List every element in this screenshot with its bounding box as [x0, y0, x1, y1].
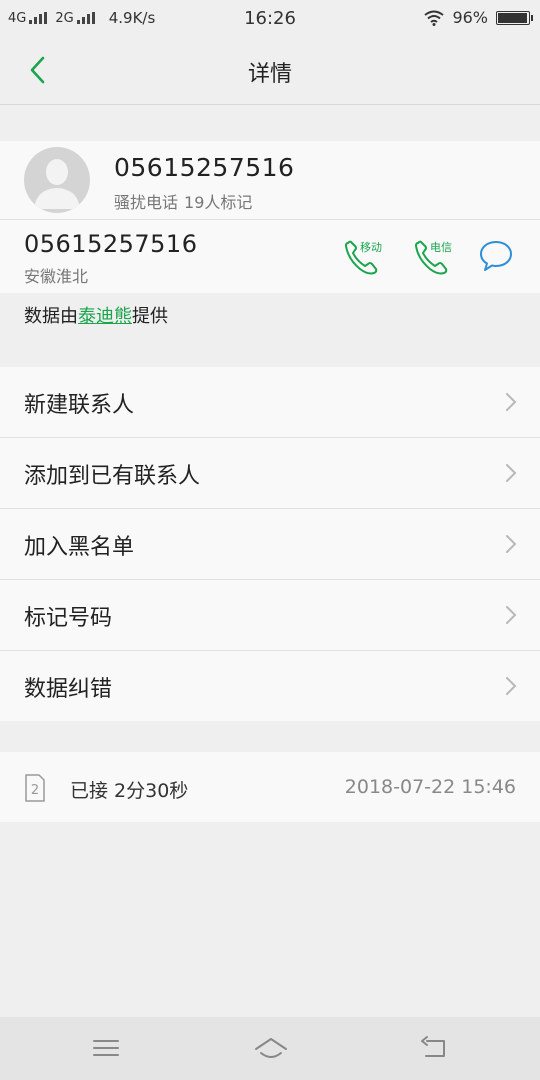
- page-title: 详情: [247, 62, 292, 87]
- battery-icon: [496, 10, 533, 25]
- call-log-entry[interactable]: 2 已接 2分30秒 2018-07-22 15:46: [0, 752, 540, 822]
- divider: [0, 219, 540, 220]
- wifi-icon: [424, 10, 445, 26]
- data-provider: 数据由泰迪熊提供: [24, 302, 168, 328]
- menu-item-label: 添加到已有联系人: [24, 464, 201, 489]
- back-icon[interactable]: [418, 1033, 450, 1063]
- provider-link[interactable]: 泰迪熊: [78, 306, 132, 327]
- phone-number: 05615257516: [114, 153, 295, 182]
- carrier-label: 移动: [360, 241, 382, 254]
- chevron-right-icon: [506, 677, 517, 695]
- sim-card-icon: 2: [25, 774, 45, 802]
- message-icon[interactable]: [478, 239, 514, 273]
- sim-slot-number: 2: [31, 783, 39, 798]
- phone-location: 安徽淮北: [24, 267, 89, 286]
- provider-prefix: 数据由: [24, 306, 78, 327]
- menu-icon[interactable]: [90, 1033, 122, 1063]
- menu-item-blacklist[interactable]: 加入黑名单: [0, 509, 540, 580]
- spam-tag: 骚扰电话: [114, 193, 179, 212]
- person-icon: [34, 159, 80, 209]
- chevron-right-icon: [506, 464, 517, 482]
- menu-item-label: 新建联系人: [24, 393, 135, 418]
- menu-item-label: 加入黑名单: [24, 535, 135, 560]
- navigation-bar: [0, 1017, 540, 1080]
- menu-item-label: 标记号码: [24, 606, 113, 631]
- carrier-label: 电信: [430, 241, 452, 254]
- phone-number-secondary[interactable]: 05615257516: [24, 230, 197, 258]
- call-status: 已接 2分30秒: [70, 780, 189, 802]
- avatar: [24, 147, 90, 213]
- menu-item-data-correction[interactable]: 数据纠错: [0, 651, 540, 721]
- battery-percent: 96%: [452, 8, 488, 27]
- menu-item-add-existing[interactable]: 添加到已有联系人: [0, 438, 540, 509]
- call-button-telecom[interactable]: 电信: [412, 237, 462, 277]
- spam-tag-line: 骚扰电话 19人标记: [114, 189, 252, 213]
- chevron-right-icon: [506, 535, 517, 553]
- action-menu: 新建联系人 添加到已有联系人 加入黑名单 标记号码 数据纠错: [0, 367, 540, 721]
- chevron-right-icon: [506, 393, 517, 411]
- mark-count: 19人标记: [184, 193, 253, 212]
- call-button-mobile[interactable]: 移动: [342, 237, 392, 277]
- contact-card: 05615257516 骚扰电话 19人标记 05615257516 安徽淮北 移…: [0, 141, 540, 293]
- home-icon[interactable]: [253, 1033, 289, 1063]
- menu-item-mark-number[interactable]: 标记号码: [0, 580, 540, 651]
- title-bar: 详情: [0, 36, 540, 105]
- call-datetime: 2018-07-22 15:46: [344, 776, 516, 798]
- menu-item-label: 数据纠错: [24, 677, 113, 702]
- menu-item-new-contact[interactable]: 新建联系人: [0, 367, 540, 438]
- status-right: 96%: [424, 8, 533, 27]
- chevron-right-icon: [506, 606, 517, 624]
- status-bar: 4G 2G 4.9K/s 16:26 96%: [0, 0, 540, 36]
- battery-fill: [498, 12, 527, 23]
- provider-suffix: 提供: [132, 306, 168, 327]
